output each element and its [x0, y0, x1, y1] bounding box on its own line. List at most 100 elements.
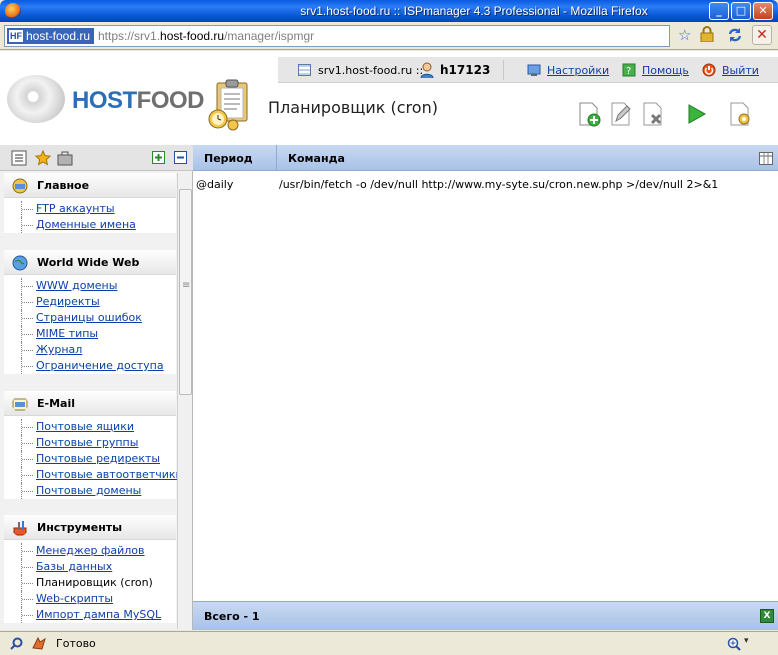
navigation-bar: HF host-food.ru https://srv1.host-food.ru… — [0, 22, 778, 50]
menu-group-header[interactable]: World Wide Web — [4, 250, 176, 275]
menu-group-title: Главное — [37, 179, 90, 192]
status-text: Готово — [56, 637, 96, 650]
edit-task-icon[interactable] — [608, 101, 634, 127]
page-title: Планировщик (cron) — [268, 98, 438, 117]
menu-group-main: Главное FTP аккаунты Доменные имена — [4, 173, 176, 233]
logout-link[interactable]: Выйти — [722, 64, 759, 77]
collapse-all-icon[interactable] — [174, 151, 187, 164]
lock-icon[interactable] — [700, 26, 714, 46]
site-identity-label: host-food.ru — [26, 29, 91, 43]
menu-item-autoresponders[interactable]: Почтовые автоответчики — [4, 467, 183, 483]
menu-item-mail-domains[interactable]: Почтовые домены — [4, 483, 176, 499]
settings-icon — [527, 64, 541, 76]
zoom-dropdown-icon[interactable]: ▾ — [744, 636, 749, 646]
bookmark-star-icon[interactable]: ☆ — [678, 26, 691, 44]
url-text: https://srv1.host-food.ru/manager/ispmgr — [98, 29, 314, 43]
logo-host-text: HOST — [72, 87, 137, 114]
sidebar-toolbar — [0, 145, 193, 171]
maximize-button[interactable]: □ — [731, 2, 751, 20]
column-header-period[interactable]: Период — [204, 152, 253, 165]
menu-item-redirects[interactable]: Редиректы — [4, 294, 176, 310]
hostfood-logo[interactable]: HOSTFOOD — [72, 87, 205, 115]
globe-icon — [12, 255, 28, 271]
web-page: HOSTFOOD Планировщик (cron) srv1.host-fo… — [0, 51, 778, 630]
run-task-icon[interactable] — [683, 101, 709, 127]
expand-all-icon[interactable] — [152, 151, 165, 164]
server-icon — [298, 64, 311, 76]
menu-item-log[interactable]: Журнал — [4, 342, 176, 358]
close-button[interactable]: ✕ — [753, 2, 773, 20]
menu-item-mailboxes[interactable]: Почтовые ящики — [4, 419, 176, 435]
url-scheme: https://srv1. — [98, 29, 161, 43]
cell-period[interactable]: @daily — [196, 178, 233, 191]
logo-disc-icon — [7, 75, 65, 123]
minimize-button[interactable]: _ — [709, 2, 729, 20]
user-name: h17123 — [440, 63, 491, 77]
strip-divider — [503, 60, 504, 80]
cell-command[interactable]: /usr/bin/fetch -o /dev/null http://www.m… — [279, 178, 718, 191]
help-link[interactable]: Помощь — [642, 64, 689, 77]
menu-item-ftp-accounts[interactable]: FTP аккаунты — [4, 201, 176, 217]
menu-item-mail-redirects[interactable]: Почтовые редиректы — [4, 451, 176, 467]
url-bar[interactable]: HF host-food.ru https://srv1.host-food.ru… — [4, 25, 670, 47]
svg-text:?: ? — [626, 66, 631, 77]
zoom-icon[interactable] — [727, 637, 741, 651]
table-header: Период Команда — [193, 145, 778, 171]
delete-task-icon[interactable] — [640, 101, 666, 127]
top-info-strip: srv1.host-food.ru :: h17123 Настройки ? … — [278, 57, 778, 83]
search-icon[interactable] — [10, 637, 23, 650]
mail-icon — [12, 398, 28, 411]
menu-item-mime-types[interactable]: MIME типы — [4, 326, 176, 342]
site-identity-button[interactable]: HF host-food.ru — [7, 28, 95, 44]
site-favicon-icon: HF — [9, 30, 23, 42]
menu-group-header[interactable]: Инструменты — [4, 515, 176, 540]
server-name: srv1.host-food.ru :: — [318, 64, 424, 77]
favorites-star-icon[interactable] — [35, 150, 51, 166]
window-titlebar: srv1.host-food.ru :: ISPmanager 4.3 Prof… — [0, 0, 778, 22]
status-bar: Готово ▾ — [0, 631, 778, 655]
url-path: /manager/ispmgr — [224, 29, 315, 43]
export-excel-icon[interactable]: X — [760, 609, 774, 623]
addon-icon[interactable] — [31, 636, 47, 651]
add-task-icon[interactable] — [576, 101, 602, 127]
menu-group-title: E-Mail — [37, 397, 75, 410]
menu-item-databases[interactable]: Базы данных — [4, 559, 176, 575]
column-settings-icon[interactable] — [759, 152, 773, 165]
menu-item-domain-names[interactable]: Доменные имена — [4, 217, 176, 233]
briefcase-icon[interactable] — [57, 150, 73, 166]
sidebar-scrollbar[interactable] — [177, 173, 192, 629]
menu-items: FTP аккаунты Доменные имена — [4, 198, 176, 233]
menu-group-www: World Wide Web WWW домены Редиректы Стра… — [4, 250, 176, 374]
menu-item-access-restriction[interactable]: Ограничение доступа — [4, 358, 176, 374]
menu-group-header[interactable]: E-Mail — [4, 391, 176, 416]
list-view-icon[interactable] — [11, 150, 27, 166]
menu-item-cron-scheduler[interactable]: Планировщик (cron) — [4, 575, 176, 591]
logo-food-text: FOOD — [136, 87, 205, 114]
stop-icon[interactable]: ✕ — [752, 25, 772, 45]
menu-group-email: E-Mail Почтовые ящики Почтовые группы По… — [4, 391, 183, 499]
sidebar-scroll-thumb[interactable] — [179, 189, 192, 395]
sidebar: Главное FTP аккаунты Доменные имена Worl… — [0, 145, 193, 630]
url-domain: host-food.ru — [160, 29, 225, 43]
column-divider — [276, 145, 277, 171]
menu-group-header[interactable]: Главное — [4, 173, 176, 198]
user-icon — [420, 62, 434, 78]
settings-link[interactable]: Настройки — [547, 64, 609, 77]
reload-icon[interactable] — [726, 26, 744, 48]
task-settings-icon[interactable] — [727, 101, 753, 127]
scheduler-clipboard-icon — [208, 79, 248, 131]
window-title: srv1.host-food.ru :: ISPmanager 4.3 Prof… — [300, 4, 648, 18]
page-header: HOSTFOOD Планировщик (cron) srv1.host-fo… — [0, 51, 778, 145]
menu-item-www-domains[interactable]: WWW домены — [4, 278, 176, 294]
menu-item-web-scripts[interactable]: Web-скрипты — [4, 591, 176, 607]
total-count: Всего - 1 — [204, 610, 260, 623]
menu-item-mail-groups[interactable]: Почтовые группы — [4, 435, 176, 451]
menu-group-title: World Wide Web — [37, 256, 140, 269]
menu-item-mysql-dump-import[interactable]: Импорт дампа MySQL — [4, 607, 176, 623]
menu-items: WWW домены Редиректы Страницы ошибок MIM… — [4, 275, 176, 374]
tools-icon — [13, 521, 27, 536]
menu-item-error-pages[interactable]: Страницы ошибок — [4, 310, 176, 326]
column-header-command[interactable]: Команда — [288, 152, 345, 165]
menu-item-file-manager[interactable]: Менеджер файлов — [4, 543, 176, 559]
main-icon — [12, 178, 28, 194]
